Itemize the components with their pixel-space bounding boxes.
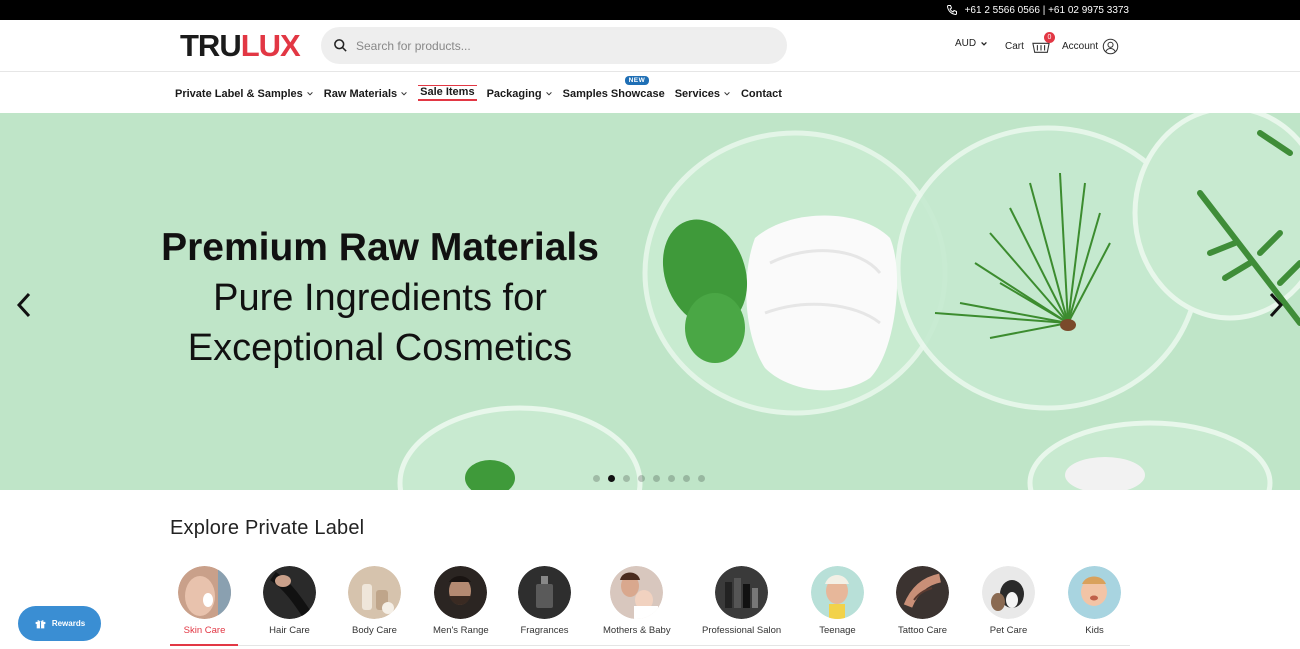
hero-line-3: Exceptional Cosmetics <box>187 327 573 369</box>
hero-headline: Premium Raw Materials Pure Ingredients f… <box>80 223 680 373</box>
rewards-button[interactable]: Rewards <box>18 606 101 641</box>
rewards-label: Rewards <box>51 619 86 628</box>
carousel-dot[interactable] <box>593 475 600 482</box>
carousel-dot[interactable] <box>638 475 645 482</box>
account-label: Account <box>1062 41 1099 52</box>
account-button[interactable]: Account <box>1062 38 1119 55</box>
chevron-down-icon <box>724 92 730 96</box>
hero-line-2: Pure Ingredients for <box>213 277 547 319</box>
cart-count-badge: 0 <box>1043 32 1055 43</box>
site-logo[interactable]: TRULUX <box>180 29 301 63</box>
category-mens-range[interactable]: Men's Range <box>433 566 489 636</box>
carousel-next-arrow-icon[interactable] <box>1266 290 1286 320</box>
nav-sale-items[interactable]: Sale Items <box>418 85 477 101</box>
mothers-baby-image <box>610 566 664 619</box>
chevron-down-icon <box>307 92 313 96</box>
nav-private-label[interactable]: Private Label & Samples <box>175 87 314 101</box>
currency-value: AUD <box>955 38 977 49</box>
explore-title: Explore Private Label <box>170 517 365 539</box>
skin-care-image <box>178 566 231 619</box>
gift-icon <box>35 620 46 629</box>
cart-label: Cart <box>1005 40 1024 52</box>
category-mothers-baby[interactable]: Mothers & Baby <box>603 566 671 636</box>
body-care-image <box>348 566 401 619</box>
phone-numbers: +61 2 5566 0566 | +61 02 9975 3373 <box>964 4 1129 16</box>
phone-icon <box>946 5 957 16</box>
carousel-dot[interactable] <box>653 475 660 482</box>
kids-image <box>1068 566 1121 619</box>
chevron-down-icon <box>981 41 987 46</box>
mens-range-image <box>434 566 488 619</box>
fragrances-image <box>518 566 571 619</box>
hair-care-image <box>263 566 316 619</box>
carousel-dot[interactable] <box>668 475 675 482</box>
hero-line-1: Premium Raw Materials <box>161 226 599 269</box>
hero-carousel: Premium Raw Materials Pure Ingredients f… <box>0 113 1300 490</box>
nav-services[interactable]: Services <box>675 87 731 101</box>
carousel-dots <box>593 475 705 482</box>
carousel-dot[interactable] <box>698 475 705 482</box>
carousel-dot[interactable] <box>623 475 630 482</box>
category-fragrances[interactable]: Fragrances <box>518 566 571 636</box>
teenage-image <box>811 566 864 619</box>
user-icon <box>1102 38 1119 55</box>
category-tabs: Skin Care Hair Care Body Care Men's Rang… <box>170 566 1130 646</box>
phone-contact[interactable]: +61 2 5566 0566 | +61 02 9975 3373 <box>946 4 1129 16</box>
chevron-down-icon <box>401 92 407 96</box>
category-teenage[interactable]: Teenage <box>811 566 864 636</box>
category-professional-salon[interactable]: Professional Salon <box>702 566 781 636</box>
search-input[interactable] <box>356 38 756 53</box>
carousel-dot[interactable] <box>683 475 690 482</box>
carousel-dot-active[interactable] <box>608 475 615 482</box>
main-nav: Private Label & Samples Raw Materials Sa… <box>0 73 1300 113</box>
category-hair-care[interactable]: Hair Care <box>263 566 316 636</box>
nav-packaging[interactable]: Packaging <box>487 87 553 101</box>
search-icon[interactable] <box>333 38 348 53</box>
category-body-care[interactable]: Body Care <box>348 566 401 636</box>
cart-button[interactable]: Cart 0 <box>1005 32 1055 54</box>
nav-contact[interactable]: Contact <box>741 87 782 101</box>
search-bar <box>321 27 787 64</box>
nav-raw-materials[interactable]: Raw Materials <box>324 87 408 101</box>
active-category-underline <box>170 644 238 646</box>
category-kids[interactable]: Kids <box>1068 566 1121 636</box>
category-pet-care[interactable]: Pet Care <box>982 566 1035 636</box>
pet-care-image <box>982 566 1035 619</box>
category-skin-care[interactable]: Skin Care <box>178 566 231 636</box>
carousel-prev-arrow-icon[interactable] <box>14 290 34 320</box>
professional-salon-image <box>715 566 769 619</box>
chevron-down-icon <box>545 92 552 96</box>
category-tattoo-care[interactable]: Tattoo Care <box>896 566 949 636</box>
top-bar: +61 2 5566 0566 | +61 02 9975 3373 <box>0 0 1300 20</box>
tattoo-care-image <box>896 566 949 619</box>
site-header: TRULUX AUD Cart 0 Account <box>0 20 1300 72</box>
new-badge: NEW <box>624 76 650 85</box>
nav-samples-showcase[interactable]: Samples Showcase NEW <box>563 76 665 101</box>
currency-selector[interactable]: AUD <box>955 38 988 49</box>
